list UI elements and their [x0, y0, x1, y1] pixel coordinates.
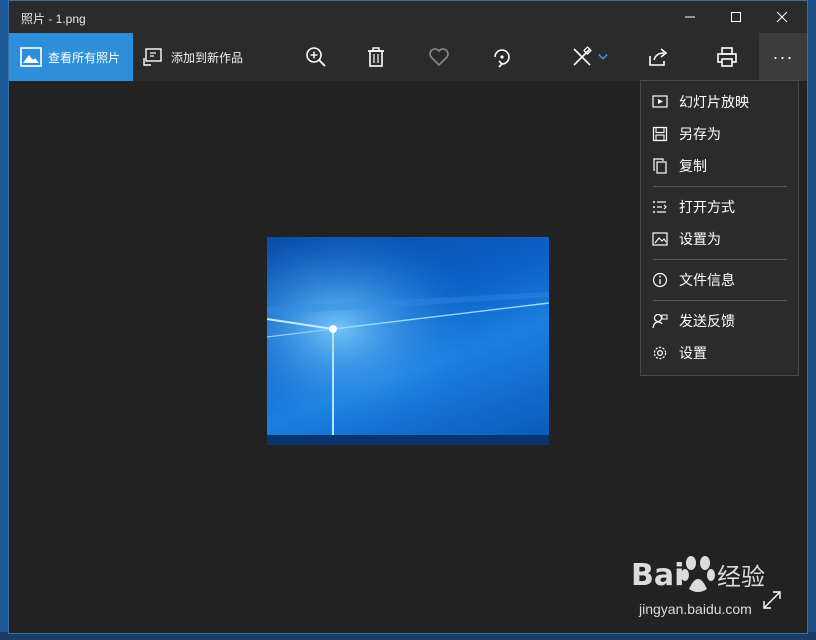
favorite-icon: [429, 48, 449, 67]
rotate-icon: [494, 49, 510, 68]
toolbar: 查看所有照片 添加到新作品 ···: [9, 33, 807, 81]
info-icon: [652, 272, 668, 288]
menu-item-feedback[interactable]: 发送反馈: [641, 306, 798, 336]
open-with-icon: [653, 201, 667, 213]
print-icon: [717, 47, 737, 67]
chevron-down-icon: [598, 53, 608, 60]
menu-item-label: 文件信息: [679, 273, 735, 289]
menu-item-copy[interactable]: 复制: [641, 151, 798, 181]
menu-separator: [653, 186, 787, 187]
menu-item-open-with[interactable]: 打开方式: [641, 192, 798, 222]
add-creation-icon: [143, 48, 162, 66]
settings-icon: [653, 346, 667, 360]
view-all-photos-button[interactable]: 查看所有照片: [9, 33, 133, 81]
svg-text:Bai: Bai: [631, 558, 684, 593]
set-as-icon: [652, 232, 668, 246]
menu-item-label: 设置为: [679, 232, 721, 248]
share-button[interactable]: [646, 45, 670, 69]
menu-item-label: 发送反馈: [679, 314, 735, 330]
svg-text:经验: 经验: [717, 563, 765, 591]
share-icon: [649, 48, 668, 66]
expand-icon[interactable]: [761, 589, 783, 611]
menu-item-file-info[interactable]: 文件信息: [641, 265, 798, 295]
delete-button[interactable]: [364, 45, 388, 69]
title-bar[interactable]: 照片 - 1.png: [9, 1, 807, 33]
more-options-button[interactable]: ···: [759, 33, 807, 81]
copy-icon: [653, 158, 667, 174]
photo-taskbar: [267, 435, 549, 445]
minimize-icon: [685, 16, 695, 18]
menu-separator: [653, 300, 787, 301]
delete-icon: [368, 47, 384, 67]
feedback-icon: [652, 313, 668, 329]
add-to-creation-label: 添加到新作品: [171, 50, 244, 65]
menu-item-label: 另存为: [679, 127, 721, 143]
view-all-photos-label: 查看所有照片: [48, 50, 121, 65]
print-button[interactable]: [715, 45, 739, 69]
maximize-icon: [731, 12, 741, 22]
close-icon: [776, 11, 788, 23]
photo-image: [267, 237, 549, 445]
close-button[interactable]: [759, 1, 805, 33]
save-icon: [652, 126, 668, 142]
menu-item-label: 设置: [679, 346, 707, 362]
menu-item-save-as[interactable]: 另存为: [641, 119, 798, 149]
menu-item-label: 复制: [679, 159, 707, 175]
favorite-button[interactable]: [427, 45, 451, 69]
add-to-creation-button[interactable]: 添加到新作品: [143, 33, 243, 81]
edit-dropdown-button[interactable]: [596, 45, 610, 69]
window-title: 照片 - 1.png: [21, 12, 86, 26]
photo-content: [267, 237, 549, 445]
menu-item-label: 幻灯片放映: [679, 95, 749, 111]
menu-item-slideshow[interactable]: 幻灯片放映: [641, 87, 798, 117]
minimize-button[interactable]: [667, 1, 713, 33]
zoom-in-button[interactable]: [304, 45, 328, 69]
edit-button[interactable]: [570, 45, 594, 69]
menu-separator: [653, 259, 787, 260]
more-options-menu: 幻灯片放映 另存为 复制 打开方式 设置为 文件信息 发送反馈 设置: [640, 80, 799, 376]
rotate-button[interactable]: [490, 45, 514, 69]
edit-icon: [573, 46, 592, 66]
photo-icon: [20, 47, 42, 67]
zoom-in-icon: [306, 47, 326, 67]
slideshow-icon: [652, 95, 668, 108]
desktop-left-strip: [0, 0, 8, 640]
watermark-url: jingyan.baidu.com: [639, 601, 752, 617]
menu-item-settings[interactable]: 设置: [641, 338, 798, 368]
menu-item-set-as[interactable]: 设置为: [641, 224, 798, 254]
maximize-button[interactable]: [713, 1, 759, 33]
menu-item-label: 打开方式: [679, 200, 735, 216]
